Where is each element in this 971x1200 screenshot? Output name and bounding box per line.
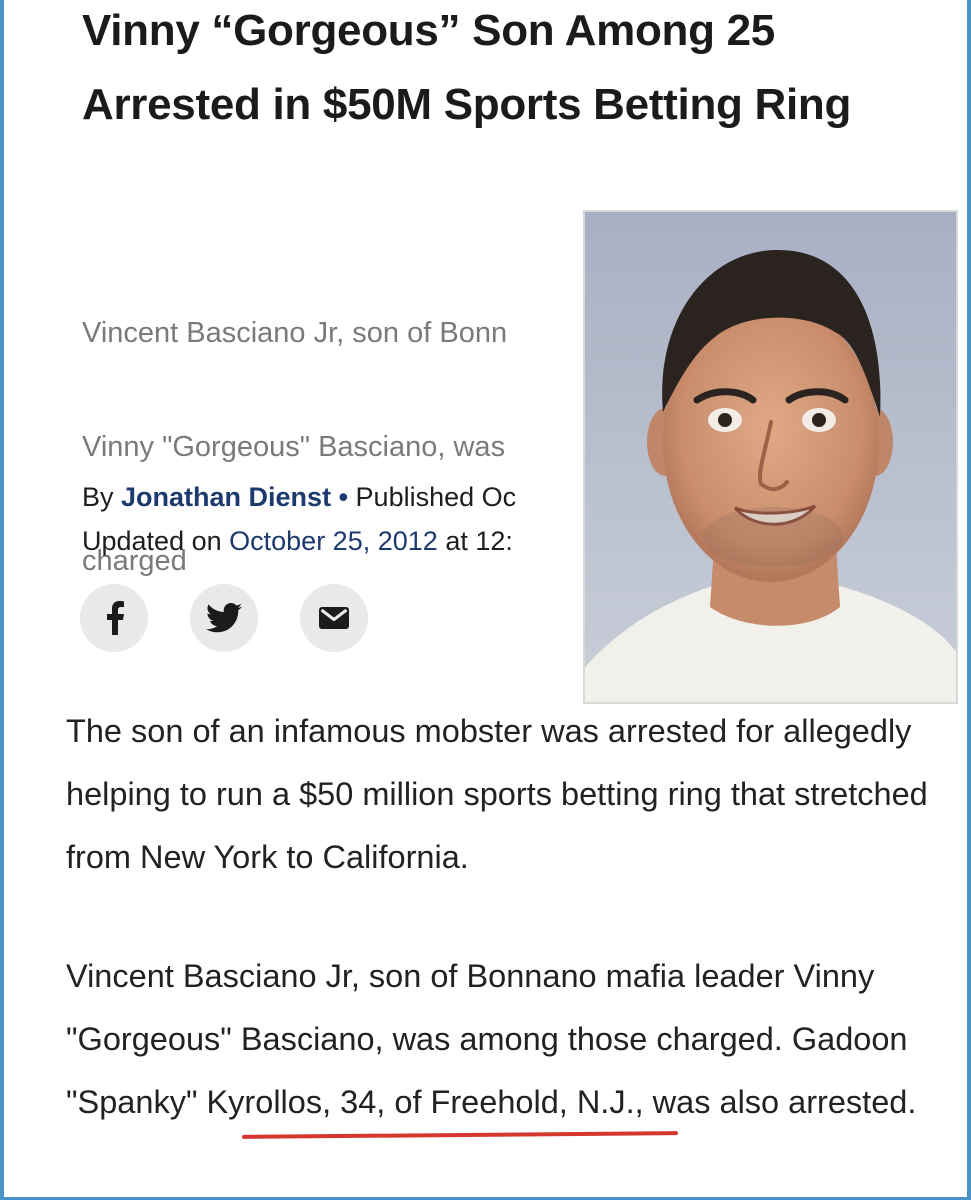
mugshot-image xyxy=(585,212,956,702)
published-label: Published Oc xyxy=(355,482,517,512)
mugshot-photo xyxy=(585,212,956,702)
by-label: By xyxy=(82,482,114,512)
frame-right-edge xyxy=(967,0,971,1200)
byline-separator: • xyxy=(338,482,349,512)
article-paragraph-1: The son of an infamous mobster was arres… xyxy=(66,713,928,875)
article-paragraph-2: Vincent Basciano Jr, son of Bonnano mafi… xyxy=(66,958,917,1120)
email-icon xyxy=(319,607,349,629)
updated-date-link[interactable]: October 25, 2012 xyxy=(229,526,438,556)
updated-time: at 12: xyxy=(445,526,513,556)
article-headline: Vinny “Gorgeous” Son Among 25 Arrested i… xyxy=(82,6,852,129)
author-link[interactable]: Jonathan Dienst xyxy=(121,482,331,512)
twitter-share-button[interactable] xyxy=(190,584,258,652)
updated-label: Updated on xyxy=(82,526,222,556)
facebook-icon xyxy=(107,601,124,635)
share-buttons xyxy=(80,584,368,654)
twitter-icon xyxy=(206,603,242,633)
facebook-share-button[interactable] xyxy=(80,584,148,652)
email-share-button[interactable] xyxy=(300,584,368,652)
frame-left-edge xyxy=(0,0,4,1200)
